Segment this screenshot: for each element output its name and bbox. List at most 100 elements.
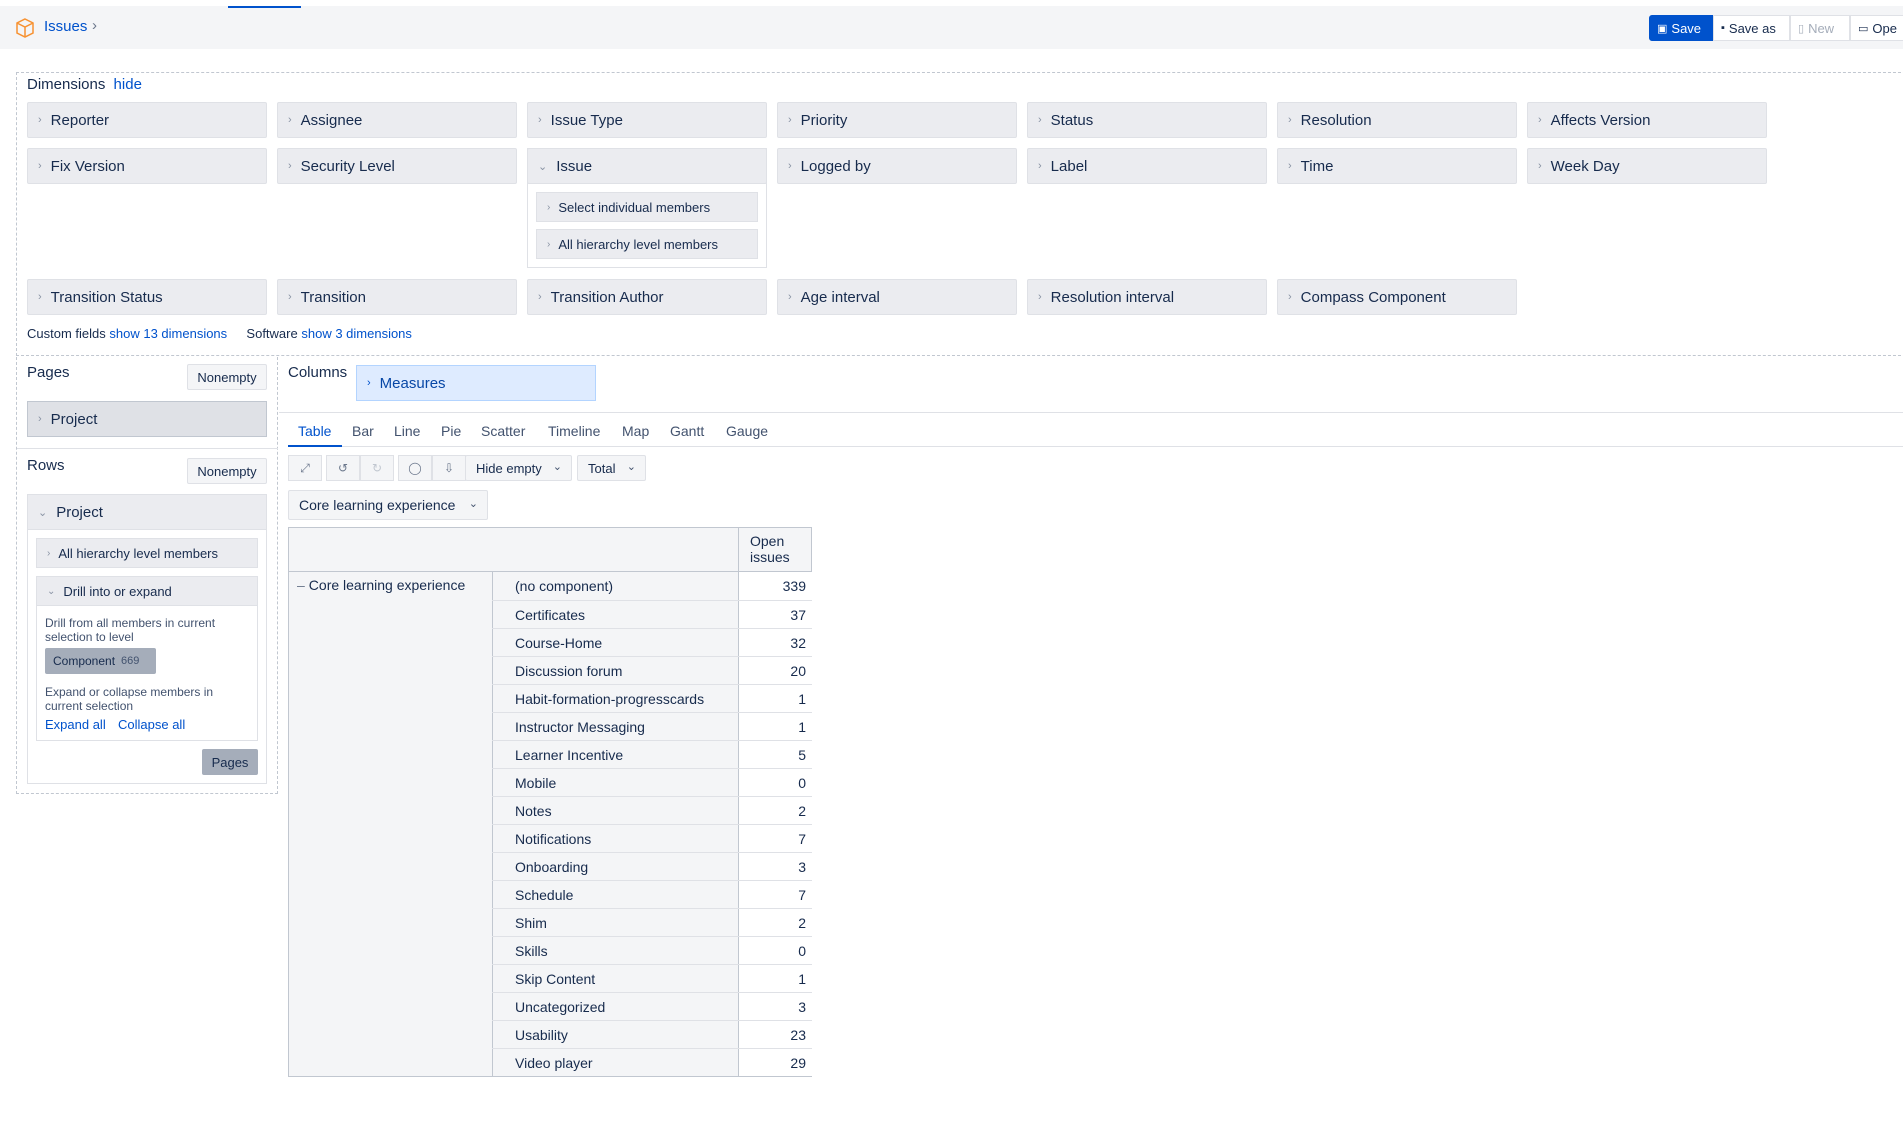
collapse-icon[interactable]: – [297, 577, 305, 593]
column-header-open-issues[interactable]: Open issues [739, 527, 805, 565]
row-value[interactable]: 32 [738, 629, 812, 656]
sub-option-label: All hierarchy level members [58, 545, 219, 561]
row-value[interactable]: 1 [738, 685, 812, 712]
table-row: Onboarding 3 [492, 852, 812, 880]
total-dropdown[interactable]: Total ⌄ [577, 455, 646, 481]
row-value[interactable]: 29 [738, 1049, 812, 1076]
row-value[interactable]: 0 [738, 937, 812, 964]
row-label[interactable]: Usability [492, 1021, 738, 1048]
undo-icon[interactable]: ↺ [326, 455, 360, 481]
row-label[interactable]: Shim [492, 909, 738, 936]
row-label[interactable]: Skip Content [492, 965, 738, 992]
row-value[interactable]: 20 [738, 657, 812, 684]
row-label[interactable]: (no component) [492, 572, 738, 600]
row-value[interactable]: 0 [738, 769, 812, 796]
dimension-reporter[interactable]: › Reporter [27, 102, 267, 138]
dimension-resolution-interval[interactable]: › Resolution interval [1027, 279, 1267, 315]
export-icon[interactable]: ⇩ [432, 455, 466, 481]
tab-bar[interactable]: Bar [352, 423, 374, 439]
row-label[interactable]: Course-Home [492, 629, 738, 656]
comment-icon[interactable]: ◯ [398, 455, 432, 481]
row-value[interactable]: 1 [738, 965, 812, 992]
pages-project-chip[interactable]: › Project [27, 401, 267, 437]
dimension-logged-by[interactable]: › Logged by [777, 148, 1017, 184]
dimension-label[interactable]: › Label [1027, 148, 1267, 184]
all-hierarchy-level-members-button[interactable]: › All hierarchy level members [536, 229, 758, 259]
row-label[interactable]: Habit-formation-progresscards [492, 685, 738, 712]
dimension-issue[interactable]: ⌄ Issue [527, 148, 767, 184]
dimension-fix-version[interactable]: › Fix Version [27, 148, 267, 184]
row-value[interactable]: 5 [738, 741, 812, 768]
tab-pie[interactable]: Pie [441, 423, 461, 439]
dimension-age-interval[interactable]: › Age interval [777, 279, 1017, 315]
row-value[interactable]: 23 [738, 1021, 812, 1048]
dimension-transition-status[interactable]: › Transition Status [27, 279, 267, 315]
pages-button[interactable]: Pages [202, 749, 258, 775]
tab-timeline[interactable]: Timeline [548, 423, 600, 439]
new-button[interactable]: ▯ New [1790, 15, 1850, 41]
save-as-button[interactable]: ▪ Save as [1713, 15, 1790, 41]
row-label[interactable]: Certificates [492, 601, 738, 628]
dimension-issue-type[interactable]: › Issue Type [527, 102, 767, 138]
dimension-transition[interactable]: › Transition [277, 279, 517, 315]
tab-gantt[interactable]: Gantt [670, 423, 704, 439]
page-filter-dropdown[interactable]: Core learning experience ⌄ [288, 490, 488, 520]
select-individual-members-button[interactable]: › Select individual members [536, 192, 758, 222]
row-value[interactable]: 3 [738, 993, 812, 1020]
dimension-priority[interactable]: › Priority [777, 102, 1017, 138]
show-software-dimensions-link[interactable]: show 3 dimensions [301, 326, 412, 341]
row-label[interactable]: Notifications [492, 825, 738, 852]
breadcrumb-issues[interactable]: Issues [44, 18, 87, 35]
dimension-resolution[interactable]: › Resolution [1277, 102, 1517, 138]
row-label[interactable]: Notes [492, 797, 738, 824]
dimension-security-level[interactable]: › Security Level [277, 148, 517, 184]
tab-table[interactable]: Table [298, 423, 331, 439]
row-value[interactable]: 1 [738, 713, 812, 740]
row-value[interactable]: 7 [738, 825, 812, 852]
dimension-week-day[interactable]: › Week Day [1527, 148, 1767, 184]
row-label[interactable]: Discussion forum [492, 657, 738, 684]
row-label[interactable]: Instructor Messaging [492, 713, 738, 740]
tab-line[interactable]: Line [394, 423, 420, 439]
row-label[interactable]: Uncategorized [492, 993, 738, 1020]
dimension-compass-component[interactable]: › Compass Component [1277, 279, 1517, 315]
group-row-header[interactable]: – Core learning experience [297, 577, 465, 593]
row-label[interactable]: Mobile [492, 769, 738, 796]
row-value[interactable]: 2 [738, 909, 812, 936]
rows-project-chip[interactable]: ⌄ Project [27, 494, 267, 530]
row-value[interactable]: 7 [738, 881, 812, 908]
tab-scatter[interactable]: Scatter [481, 423, 525, 439]
row-value[interactable]: 3 [738, 853, 812, 880]
dimension-transition-author[interactable]: › Transition Author [527, 279, 767, 315]
component-level-button[interactable]: Component 669 [45, 648, 156, 674]
tab-map[interactable]: Map [622, 423, 649, 439]
rows-all-hierarchy-button[interactable]: › All hierarchy level members [36, 538, 258, 568]
measures-chip[interactable]: › Measures [356, 365, 596, 401]
row-value[interactable]: 2 [738, 797, 812, 824]
row-value[interactable]: 339 [738, 572, 812, 600]
show-custom-fields-link[interactable]: show 13 dimensions [109, 326, 227, 341]
expand-all-link[interactable]: Expand all [45, 717, 106, 732]
row-value[interactable]: 37 [738, 601, 812, 628]
open-button[interactable]: ▭ Ope [1850, 15, 1903, 41]
redo-icon[interactable]: ↻ [360, 455, 394, 481]
dimension-time[interactable]: › Time [1277, 148, 1517, 184]
pages-nonempty-button[interactable]: Nonempty [187, 364, 267, 390]
row-label[interactable]: Video player [492, 1049, 738, 1076]
row-label[interactable]: Learner Incentive [492, 741, 738, 768]
table-row: Learner Incentive 5 [492, 740, 812, 768]
dimension-status[interactable]: › Status [1027, 102, 1267, 138]
rows-nonempty-button[interactable]: Nonempty [187, 458, 267, 484]
row-label[interactable]: Schedule [492, 881, 738, 908]
fullscreen-icon[interactable]: ⤢ [288, 455, 322, 481]
drill-into-or-expand-header[interactable]: ⌄ Drill into or expand [36, 576, 258, 606]
save-button[interactable]: ▣ Save [1649, 15, 1713, 41]
tab-gauge[interactable]: Gauge [726, 423, 768, 439]
collapse-all-link[interactable]: Collapse all [118, 717, 185, 732]
row-label[interactable]: Skills [492, 937, 738, 964]
hide-dimensions-link[interactable]: hide [114, 76, 142, 93]
dimension-assignee[interactable]: › Assignee [277, 102, 517, 138]
hide-empty-dropdown[interactable]: Hide empty ⌄ [465, 455, 572, 481]
row-label[interactable]: Onboarding [492, 853, 738, 880]
dimension-affects-version[interactable]: › Affects Version [1527, 102, 1767, 138]
